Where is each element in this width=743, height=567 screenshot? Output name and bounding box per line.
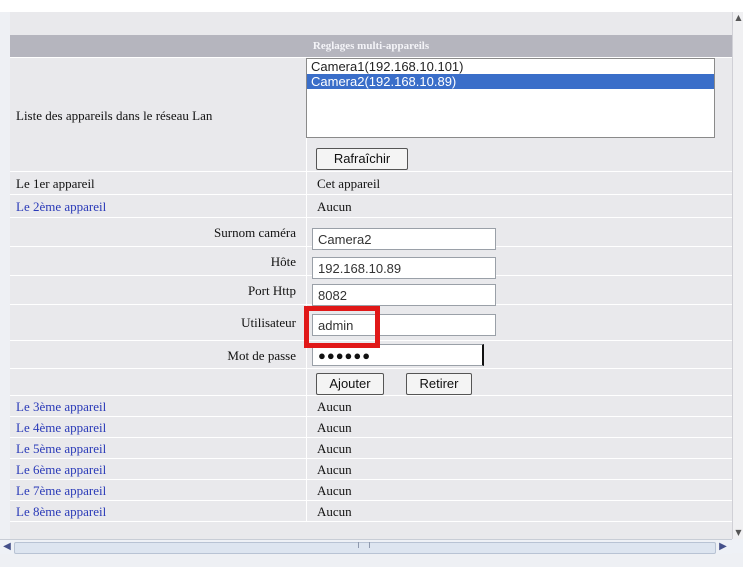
device-value-2: Aucun: [317, 199, 352, 214]
section-header: Reglages multi-appareils: [10, 35, 732, 58]
refresh-button[interactable]: Rafraîchir: [316, 148, 408, 170]
scroll-down-icon[interactable]: ▼: [733, 527, 743, 539]
device-link-3[interactable]: Le 3ème appareil: [16, 399, 106, 415]
host-label: Hôte: [270, 254, 296, 269]
device-value-4: Aucun: [317, 420, 352, 435]
device-row-2: Le 2ème appareil Aucun: [10, 195, 732, 218]
highlight-box: [304, 306, 380, 348]
device-row-6: Le 6ème appareil Aucun: [10, 459, 732, 480]
password-label: Mot de passe: [227, 348, 296, 363]
device-link-4[interactable]: Le 4ème appareil: [16, 420, 106, 436]
horizontal-scrollbar[interactable]: ◀ ▶: [0, 539, 732, 554]
lan-list-label: Liste des appareils dans le réseau Lan: [16, 108, 213, 123]
device-value-6: Aucun: [317, 462, 352, 477]
device-row-8: Le 8ème appareil Aucun: [10, 501, 732, 522]
device-value-7: Aucun: [317, 483, 352, 498]
vertical-scrollbar[interactable]: ▲ ▼: [732, 12, 743, 539]
window-top-strip: [0, 0, 743, 12]
device-row-1: Le 1er appareil Cet appareil: [10, 172, 732, 195]
device-link-5[interactable]: Le 5ème appareil: [16, 441, 106, 457]
add-button[interactable]: Ajouter: [316, 373, 384, 395]
device-row-7: Le 7ème appareil Aucun: [10, 480, 732, 501]
list-item-camera1[interactable]: Camera1(192.168.10.101): [307, 59, 714, 74]
scroll-left-icon[interactable]: ◀: [0, 541, 14, 553]
device-value-5: Aucun: [317, 441, 352, 456]
user-label: Utilisateur: [241, 315, 296, 330]
lan-device-list[interactable]: Camera1(192.168.10.101) Camera2(192.168.…: [306, 58, 715, 138]
device-value-1: Cet appareil: [317, 176, 381, 191]
device-link-8[interactable]: Le 8ème appareil: [16, 504, 106, 520]
section-title: Reglages multi-appareils: [312, 40, 430, 52]
scroll-grip-icon: [358, 542, 370, 548]
list-item-camera2[interactable]: Camera2(192.168.10.89): [307, 74, 714, 89]
device-link-6[interactable]: Le 6ème appareil: [16, 462, 106, 478]
alias-label: Surnom caméra: [214, 225, 296, 240]
port-label: Port Http: [247, 283, 296, 298]
device-row-3: Le 3ème appareil Aucun: [10, 396, 732, 417]
device-value-8: Aucun: [317, 504, 352, 519]
device-row-4: Le 4ème appareil Aucun: [10, 417, 732, 438]
port-input[interactable]: 8082: [312, 284, 496, 306]
scrollbar-corner: [732, 539, 743, 553]
remove-button[interactable]: Retirer: [406, 373, 472, 395]
device-link-7[interactable]: Le 7ème appareil: [16, 483, 106, 499]
device-value-3: Aucun: [317, 399, 352, 414]
device-link-2[interactable]: Le 2ème appareil: [16, 199, 106, 215]
scroll-up-icon[interactable]: ▲: [733, 12, 743, 24]
device-row-5: Le 5ème appareil Aucun: [10, 438, 732, 459]
device-label-1: Le 1er appareil: [16, 176, 95, 191]
scroll-right-icon[interactable]: ▶: [716, 541, 730, 553]
